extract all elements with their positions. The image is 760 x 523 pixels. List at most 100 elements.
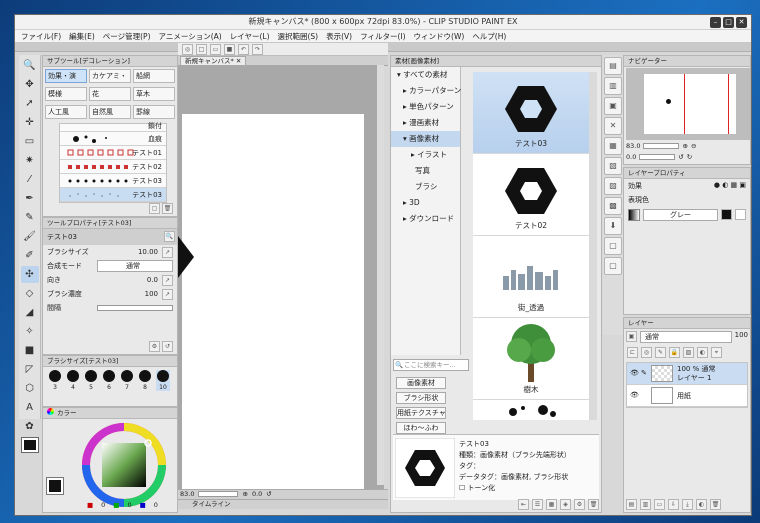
brush-size-value[interactable]: 10.00 xyxy=(97,248,162,256)
lock-transparent-icon[interactable]: ▨ xyxy=(683,347,694,358)
merge-layer-icon[interactable]: ⤓ xyxy=(682,499,693,510)
reference-icon[interactable]: ◎ xyxy=(641,347,652,358)
canvas-paper[interactable] xyxy=(182,114,364,490)
new-vector-layer-icon[interactable]: ▥ xyxy=(640,499,651,510)
material-item-selected[interactable]: テスト03 xyxy=(473,72,589,154)
frame-tool-icon[interactable]: ⬡ xyxy=(21,380,39,397)
tag-image-material[interactable]: 画像素材 xyxy=(396,377,446,389)
brush-size-preset[interactable]: 8 xyxy=(138,370,152,391)
eyedropper-icon[interactable]: ⁄ xyxy=(21,171,39,188)
tag-fuwa[interactable]: ほわ～ふわ xyxy=(396,422,446,434)
zoom-preview-icon[interactable]: 🔍 xyxy=(164,231,175,242)
tag-paper-texture[interactable]: 用紙テクスチャ xyxy=(396,407,446,419)
collapse-panel-arrow[interactable] xyxy=(178,236,194,278)
tone-checkbox[interactable]: ☐ トーン化 xyxy=(459,483,571,494)
tree-illust[interactable]: ▸ イラスト xyxy=(391,147,460,163)
menu-help[interactable]: ヘルプ(H) xyxy=(472,30,506,42)
subtool-group-hatching[interactable]: カケアミ・ xyxy=(89,69,131,83)
lock-icon[interactable]: 🔒 xyxy=(669,347,680,358)
subtool-group-ruled-line[interactable]: 罫線 xyxy=(133,105,175,119)
open-file-icon[interactable]: ▭ xyxy=(210,44,221,55)
zoom-tool-icon[interactable]: 🔍 xyxy=(21,57,39,74)
material-item-partial[interactable] xyxy=(473,400,589,420)
navigator-angle-value[interactable]: 0.0 xyxy=(626,153,636,161)
visibility-eye-icon[interactable]: 👁 xyxy=(630,391,639,399)
subtool-group-artificial[interactable]: 人工風 xyxy=(45,105,87,119)
brush-item[interactable]: テスト01 xyxy=(60,146,166,160)
clip-icon[interactable]: ⊏ xyxy=(627,347,638,358)
material-item[interactable]: 樹木 xyxy=(473,318,589,400)
menu-edit[interactable]: 編集(E) xyxy=(69,30,95,42)
brush-size-preset[interactable]: 7 xyxy=(120,370,134,391)
navigator-zoom-slider[interactable] xyxy=(643,143,680,149)
material-photo-icon[interactable]: ▧ xyxy=(604,157,622,175)
mask-icon[interactable]: ◐ xyxy=(697,347,708,358)
menu-page[interactable]: ページ管理(P) xyxy=(103,30,151,42)
tree-mono-pattern[interactable]: ▸ 単色パターン xyxy=(391,99,460,115)
material-doc-icon[interactable]: ▦ xyxy=(604,137,622,155)
subtool-group-plant[interactable]: 草木 xyxy=(133,87,175,101)
subtool-group-pattern[interactable]: 模様 xyxy=(45,87,87,101)
delete-layer-icon[interactable]: 🗑 xyxy=(710,499,721,510)
visibility-eye-icon[interactable]: 👁 xyxy=(630,369,639,377)
mask-layer-icon[interactable]: ◐ xyxy=(696,499,707,510)
tree-image-material[interactable]: ▾ 画像素材 xyxy=(391,131,460,147)
brush-size-preset-selected[interactable]: 10 xyxy=(156,370,170,391)
rotate-left-icon[interactable]: ↺ xyxy=(678,153,683,161)
material-image-icon[interactable]: ▣ xyxy=(604,97,622,115)
rotate-icon[interactable]: ↺ xyxy=(266,490,271,499)
color-wheel[interactable] xyxy=(79,422,169,508)
material-item[interactable]: テスト02 xyxy=(473,154,589,236)
minimize-button[interactable]: – xyxy=(710,17,721,28)
angle-value[interactable]: 0.0 xyxy=(252,490,262,499)
rotate-right-icon[interactable]: ↻ xyxy=(687,153,692,161)
canvas-vertical-scrollbar[interactable] xyxy=(377,65,384,485)
pencil-tool-icon[interactable]: ✎ xyxy=(21,209,39,226)
edit-pen-icon[interactable]: ✎ xyxy=(641,369,647,377)
density-pressure-icon[interactable]: ↗ xyxy=(162,288,173,300)
layer-row-selected[interactable]: 👁 ✎ 100 % 通常 レイヤー 1 xyxy=(627,363,747,385)
transfer-layer-icon[interactable]: ⇩ xyxy=(668,499,679,510)
move-tool-icon[interactable]: ✥ xyxy=(21,76,39,93)
list-view-icon[interactable]: ☰ xyxy=(532,499,543,510)
menu-animation[interactable]: アニメーション(A) xyxy=(159,30,222,42)
material-search-input[interactable]: 🔍 ここに検索キー... xyxy=(393,359,469,371)
foreground-color-swatch[interactable] xyxy=(46,477,64,495)
subtool-group-nature[interactable]: 自然風 xyxy=(89,105,131,119)
direction-value[interactable]: 0.0 xyxy=(97,276,162,284)
new-folder-icon[interactable]: ▭ xyxy=(654,499,665,510)
new-raster-layer-icon[interactable]: ▤ xyxy=(626,499,637,510)
material-download-icon[interactable]: ⬇ xyxy=(604,217,622,235)
tag-brush-shape[interactable]: ブラシ形状 xyxy=(396,392,446,404)
canvas-area[interactable] xyxy=(178,65,384,490)
material-list-scrollbar[interactable] xyxy=(589,72,597,420)
subtool-group-effect[interactable]: 効果・演 xyxy=(45,69,87,83)
material-3d-icon[interactable]: ▩ xyxy=(604,197,622,215)
tree-color-pattern[interactable]: ▸ カラーパターン xyxy=(391,83,461,99)
tree-photo[interactable]: 写真 xyxy=(391,163,460,179)
tree-3d[interactable]: ▸ 3D xyxy=(391,195,460,211)
layer-blend-select[interactable]: 通常 xyxy=(640,331,732,343)
navigator-preview[interactable] xyxy=(626,68,750,140)
material-extra-icon[interactable]: ▢ xyxy=(604,237,622,255)
redo-icon[interactable]: ↷ xyxy=(252,44,263,55)
zoom-in-icon[interactable]: ⊕ xyxy=(682,142,687,150)
save-icon[interactable]: ■ xyxy=(224,44,235,55)
layer-row[interactable]: 👁 用紙 xyxy=(627,385,747,407)
menu-layer[interactable]: レイヤー(L) xyxy=(230,30,270,42)
pressure-icon[interactable]: ↗ xyxy=(162,246,173,258)
clip-studio-icon[interactable]: ◎ xyxy=(182,44,193,55)
brush-size-preset[interactable]: 3 xyxy=(48,370,62,391)
copy-subtool-icon[interactable]: ▢ xyxy=(149,203,160,214)
fill-tool-icon[interactable]: ◢ xyxy=(21,304,39,321)
tree-manga-material[interactable]: ▸ 漫画素材 xyxy=(391,115,460,131)
color-expression-select[interactable]: グレー xyxy=(643,209,718,221)
brush-item[interactable]: テスト02 xyxy=(60,160,166,174)
draft-icon[interactable]: ✎ xyxy=(655,347,666,358)
menu-selection[interactable]: 選択範囲(S) xyxy=(278,30,319,42)
undo-icon[interactable]: ↶ xyxy=(238,44,249,55)
grid-view-icon[interactable]: ▦ xyxy=(546,499,557,510)
material-cross-icon[interactable]: ✕ xyxy=(604,117,622,135)
brush-item-selected[interactable]: テスト03 xyxy=(60,188,166,202)
tag-filter-icon[interactable]: ◈ xyxy=(560,499,571,510)
